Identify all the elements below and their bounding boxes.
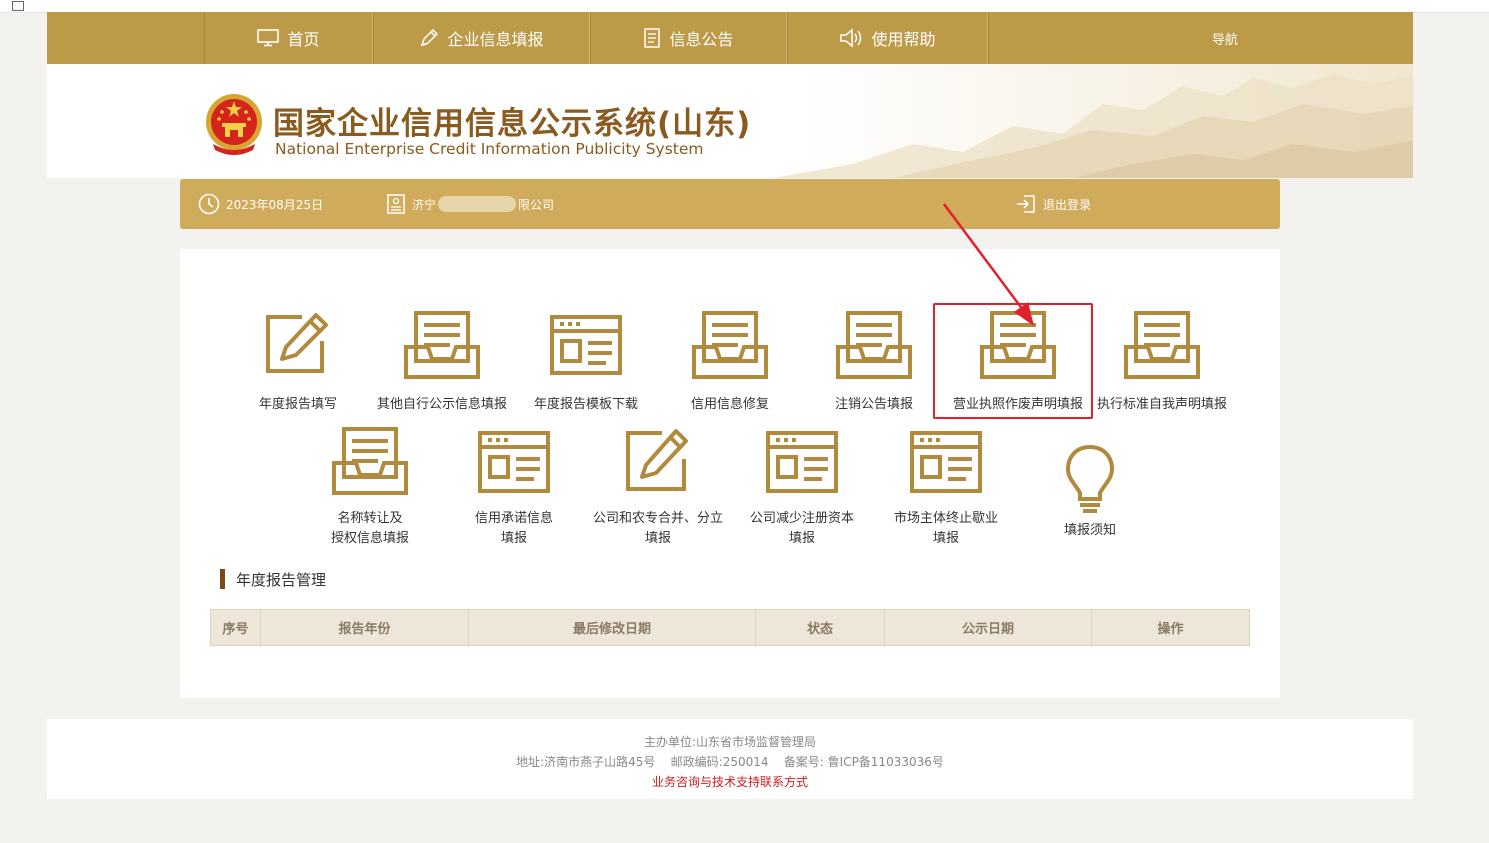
col-status: 状态 (756, 610, 885, 645)
footer-address: 地址:济南市燕子山路45号 邮政编码:250014 备案号: 鲁ICP备1103… (516, 755, 944, 769)
nav-announcement[interactable]: 信息公告 (590, 12, 787, 64)
nav-help[interactable]: 使用帮助 (787, 12, 988, 64)
tile-label: 执行标准自我声明填报 (1096, 397, 1227, 412)
date-text: 2023年08月25日 (226, 197, 324, 212)
tile-credit-commitment[interactable]: 信用承诺信息 填报 (442, 423, 586, 549)
tile-label: 信用信息修复 (690, 397, 769, 412)
tile-filing-notes[interactable]: 填报须知 (1018, 423, 1162, 541)
company-suffix: 限公司 (518, 197, 555, 212)
nav-guide[interactable]: 导航 (1157, 12, 1293, 64)
tile-label-line1: 信用承诺信息 (474, 511, 553, 526)
tile-cancellation-notice[interactable]: 注销公告填报 (802, 307, 946, 415)
tile-label: 填报须知 (1063, 523, 1116, 538)
tile-other-self-publicity[interactable]: 其他自行公示信息填报 (370, 307, 514, 415)
template-form-icon (478, 431, 550, 493)
col-report-year: 报告年份 (261, 610, 469, 645)
header-banner: 国家企业信用信息公示系统(山东) National Enterprise Cre… (47, 64, 1413, 178)
inbox-tray-icon (404, 311, 480, 379)
tile-standard-self-statement[interactable]: 执行标准自我声明填报 (1090, 307, 1234, 415)
tile-annual-report-fill[interactable]: 年度报告填写 (226, 307, 370, 415)
tile-credit-repair[interactable]: 信用信息修复 (658, 307, 802, 415)
company-name: 济宁 限公司 (386, 179, 554, 229)
system-title-en: National Enterprise Credit Information P… (275, 140, 704, 158)
tile-label: 其他自行公示信息填报 (376, 397, 507, 412)
inbox-tray-icon (1124, 311, 1200, 379)
edit-pen-icon (266, 313, 328, 373)
logout-label: 退出登录 (1043, 197, 1092, 212)
nav-divider (988, 12, 989, 64)
inbox-tray-icon (692, 311, 768, 379)
tile-label-line1: 公司和农专合并、分立 (592, 511, 723, 526)
system-title-cn: 国家企业信用信息公示系统(山东) (273, 106, 752, 142)
mountain-decoration (773, 74, 1413, 178)
tile-label: 年度报告模板下载 (533, 397, 638, 412)
nav-home[interactable]: 首页 (204, 12, 373, 64)
tile-capital-reduction[interactable]: 公司减少注册资本 填报 (730, 423, 874, 549)
tile-name-transfer[interactable]: 名称转让及 授权信息填报 (298, 423, 442, 549)
tile-label-line2: 填报 (932, 531, 959, 546)
nav-home-label: 首页 (287, 30, 320, 49)
tile-label: 年度报告填写 (258, 397, 337, 412)
nav-help-label: 使用帮助 (871, 30, 936, 49)
footer-organizer: 主办单位:山东省市场监督管理局 (643, 735, 817, 749)
main-content: 年度报告填写 其他自行公示信息填报 年度报告模板下载 信用信息修复 注销公告填报… (180, 249, 1280, 698)
lightbulb-icon (1065, 444, 1115, 513)
nav-enterprise-report-label: 企业信息填报 (447, 30, 544, 49)
page-footer: 主办单位:山东省市场监督管理局 地址:济南市燕子山路45号 邮政编码:25001… (47, 719, 1413, 799)
checkbox-icon (12, 1, 24, 11)
tile-template-download[interactable]: 年度报告模板下载 (514, 307, 658, 415)
user-info-bar: 2023年08月25日 济宁 限公司 退出登录 (180, 179, 1280, 229)
template-form-icon (550, 315, 622, 375)
speaker-icon (840, 28, 862, 48)
col-index: 序号 (211, 610, 261, 645)
section-title-text: 年度报告管理 (236, 570, 327, 589)
col-operation: 操作 (1157, 622, 1184, 637)
nav-enterprise-report[interactable]: 企业信息填报 (373, 12, 590, 64)
pen-icon (421, 28, 439, 47)
section-annual-report-management: 年度报告管理 (220, 568, 326, 590)
nav-announcement-label: 信息公告 (669, 30, 734, 49)
tile-label: 注销公告填报 (834, 397, 913, 412)
col-publicity-date: 公示日期 (885, 610, 1092, 645)
company-prefix: 济宁 (412, 197, 437, 212)
tile-label-line2: 填报 (644, 531, 671, 546)
tile-market-entity-suspension[interactable]: 市场主体终止歇业 填报 (874, 423, 1018, 549)
tile-label-line2: 授权信息填报 (330, 531, 409, 546)
annual-report-table-header: 序号 报告年份 最后修改日期 状态 公示日期 操作 (210, 609, 1250, 646)
document-icon (644, 28, 661, 48)
current-date: 2023年08月25日 (198, 179, 323, 229)
inbox-tray-icon (332, 427, 408, 495)
col-last-modified: 最后修改日期 (469, 610, 756, 645)
logout-button[interactable]: 退出登录 (1015, 179, 1091, 229)
tile-merger-split[interactable]: 公司和农专合并、分立 填报 (586, 423, 730, 549)
redacted-blur (438, 196, 517, 212)
monitor-icon (257, 29, 280, 47)
highlight-box (933, 303, 1093, 419)
clock-icon (198, 193, 220, 215)
tile-label-line2: 填报 (500, 531, 527, 546)
tile-label-line1: 公司减少注册资本 (749, 511, 854, 526)
top-nav-bar: 首页 企业信息填报 信息公告 使用帮助 导航 (47, 12, 1413, 64)
national-emblem-icon (206, 94, 262, 155)
template-form-icon (766, 431, 838, 493)
tile-label-line2: 填报 (788, 531, 815, 546)
logout-icon (1017, 195, 1035, 213)
footer-support-link[interactable]: 业务咨询与技术支持联系方式 (47, 773, 1413, 790)
id-badge-icon (387, 194, 405, 214)
tile-label-line1: 名称转让及 (337, 511, 403, 526)
edit-pen-icon (626, 429, 688, 491)
template-form-icon (910, 431, 982, 493)
tile-label-line1: 市场主体终止歇业 (893, 511, 998, 526)
inbox-tray-icon (836, 311, 912, 379)
section-bar (220, 569, 225, 589)
